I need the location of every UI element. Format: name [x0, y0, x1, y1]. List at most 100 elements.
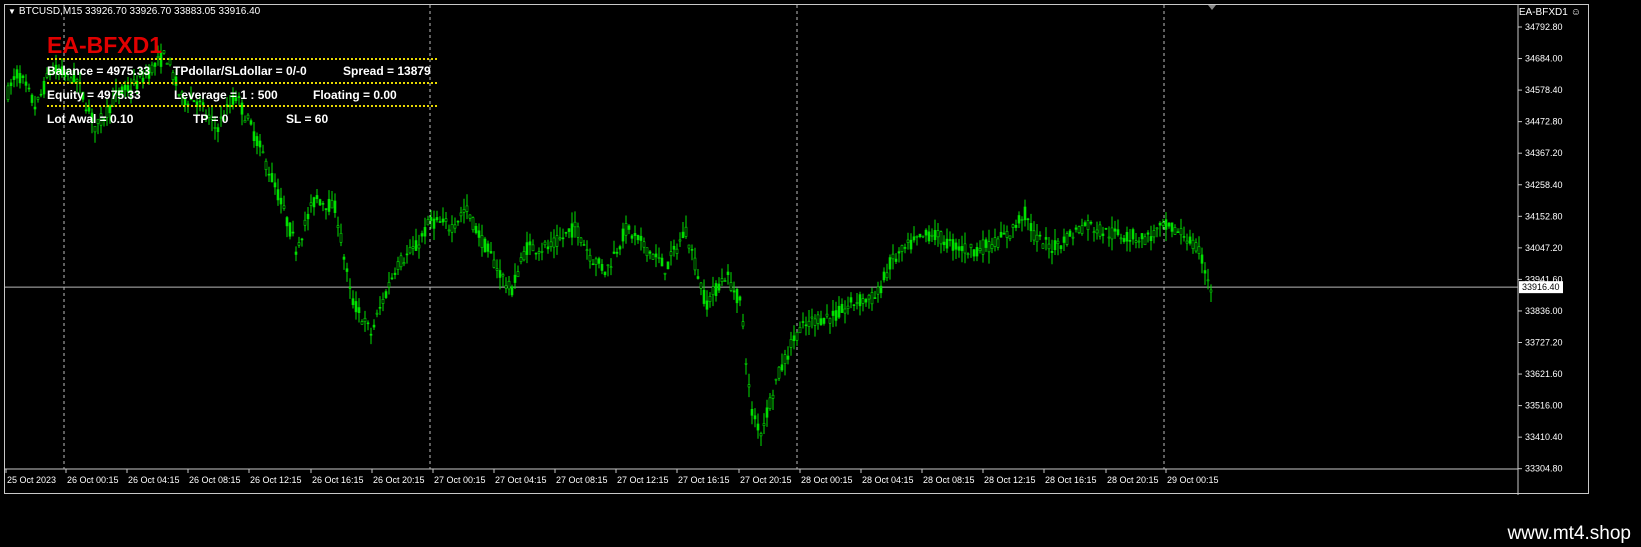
candle-body: [564, 231, 568, 234]
candle-body: [495, 268, 499, 271]
candle-body: [651, 254, 655, 260]
candle-body: [561, 237, 565, 240]
time-label: 28 Oct 04:15: [862, 475, 914, 485]
candle-body: [1146, 232, 1150, 235]
candle-body: [960, 246, 964, 252]
candle-body: [798, 327, 802, 334]
candle-body: [276, 189, 280, 201]
candle-body: [348, 286, 352, 289]
dropdown-arrow-icon[interactable]: ▼: [8, 7, 16, 16]
candle-body: [315, 195, 319, 199]
watermark: www.mt4.shop: [1507, 523, 1631, 544]
candle-body: [480, 235, 484, 248]
candle-body: [318, 199, 322, 206]
candle-body: [681, 231, 685, 239]
candle-body: [945, 238, 949, 249]
candle-body: [771, 394, 775, 399]
candle-body: [738, 296, 742, 301]
tp-sl-dollar-text: TPdollar/SLdollar = 0/-0: [173, 64, 307, 78]
candle-body: [750, 409, 754, 416]
candle-body: [729, 282, 733, 291]
candle-body: [435, 217, 439, 221]
candle-body: [993, 237, 997, 247]
candle-body: [609, 266, 613, 268]
candle-body: [1071, 236, 1075, 239]
candle-body: [921, 235, 925, 238]
candle-body: [666, 261, 670, 270]
candle-body: [669, 251, 673, 257]
candle-body: [795, 332, 799, 341]
candle-body: [1191, 239, 1195, 249]
candle-body: [486, 243, 490, 252]
candle-body: [870, 292, 874, 305]
candle-body: [1176, 231, 1180, 234]
candle-body: [213, 127, 217, 129]
panel-title: EA-BFXD1: [47, 32, 163, 58]
candle-body: [978, 248, 982, 252]
candle-body: [732, 290, 736, 293]
candle-body: [33, 106, 37, 110]
price-label: 34367.20: [1525, 148, 1563, 158]
price-chart[interactable]: 34792.80 34684.00 34578.40 34472.80 34367.20…: [5, 5, 1590, 495]
candle-body: [1197, 246, 1201, 254]
candle-body: [6, 85, 10, 100]
candle-body: [1161, 222, 1165, 226]
candle-body: [603, 271, 607, 276]
time-label: 26 Oct 12:15: [250, 475, 302, 485]
dotted-divider: [47, 58, 437, 60]
candle-body: [741, 321, 745, 327]
candle-body: [285, 217, 289, 227]
time-label: 28 Oct 00:15: [801, 475, 853, 485]
candle-body: [381, 299, 385, 304]
candle-body: [1122, 238, 1126, 242]
candle-body: [636, 234, 640, 241]
candle-body: [573, 221, 577, 228]
candle-body: [765, 407, 769, 418]
sl-text: SL = 60: [286, 112, 329, 126]
time-label: 27 Oct 04:15: [495, 475, 547, 485]
candle-body: [321, 203, 325, 205]
candle-body: [858, 294, 862, 307]
candle-body: [420, 233, 424, 237]
candle-body: [468, 214, 472, 219]
candle-body: [897, 251, 901, 254]
price-label: 33727.20: [1525, 338, 1563, 348]
candle-body: [627, 225, 631, 230]
candle-body: [378, 307, 382, 309]
candle-body: [534, 252, 538, 255]
candle-body: [762, 423, 766, 426]
candle-body: [1083, 222, 1087, 226]
candle-body: [861, 298, 865, 304]
candle-body: [768, 397, 772, 409]
candle-body: [249, 120, 253, 125]
candle-body: [477, 230, 481, 238]
candle-body: [1134, 240, 1138, 243]
time-label: 29 Oct 00:15: [1167, 475, 1219, 485]
candle-body: [996, 238, 1000, 248]
candle-body: [1074, 227, 1078, 230]
candle-body: [474, 225, 478, 234]
candle-body: [930, 234, 934, 237]
candle-body: [84, 109, 88, 112]
candle-body: [261, 151, 265, 154]
time-label: 28 Oct 08:15: [923, 475, 975, 485]
candle-body: [579, 237, 583, 244]
candle-body: [954, 242, 958, 250]
candle-body: [375, 312, 379, 315]
candle-body: [813, 318, 817, 326]
candle-body: [408, 247, 412, 254]
candle-body: [618, 246, 622, 250]
candle-body: [624, 223, 628, 236]
candle-body: [516, 271, 520, 278]
candle-body: [723, 280, 727, 282]
candle-body: [615, 251, 619, 254]
candle-body: [537, 251, 541, 254]
candle-body: [519, 257, 523, 263]
candle-body: [885, 272, 889, 279]
candle-body: [399, 255, 403, 268]
candle-body: [363, 317, 367, 323]
candle-body: [984, 239, 988, 248]
candle-body: [459, 212, 463, 217]
candle-body: [693, 257, 697, 271]
candle-body: [597, 258, 601, 264]
